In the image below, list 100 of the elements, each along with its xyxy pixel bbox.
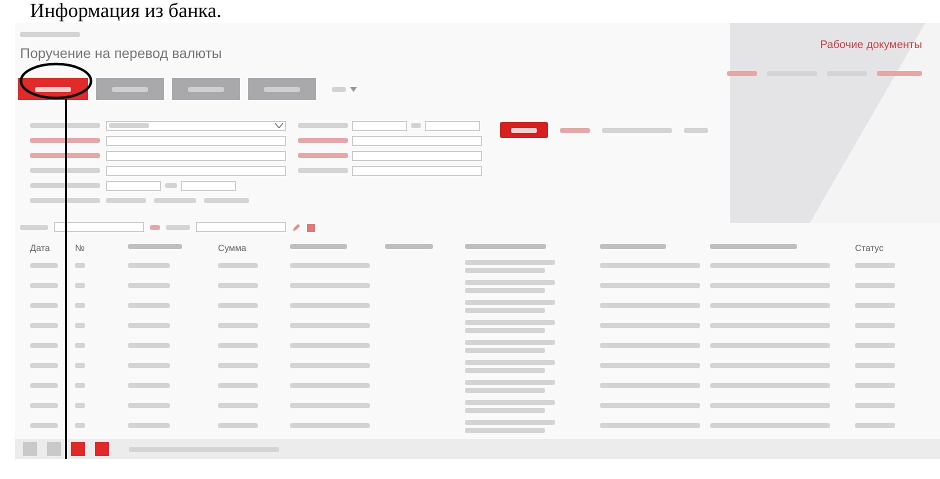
- section-link[interactable]: Рабочие документы: [820, 39, 922, 51]
- blurred-text: [75, 403, 85, 408]
- blurred-label: [298, 153, 348, 158]
- blurred-text: [30, 423, 58, 428]
- blurred-label: [298, 123, 348, 128]
- blurred-text: [20, 32, 80, 37]
- blurred-text: [30, 263, 58, 268]
- blurred-link[interactable]: [602, 128, 672, 132]
- input-field[interactable]: [352, 150, 482, 160]
- blurred-text: [218, 283, 258, 288]
- input-field[interactable]: [425, 120, 480, 130]
- blurred-text: [128, 303, 170, 308]
- blurred-text: [128, 343, 170, 348]
- select-field[interactable]: [196, 222, 286, 232]
- pager-button[interactable]: [23, 442, 37, 456]
- blurred-label: [30, 198, 100, 203]
- blurred-text: [218, 403, 258, 408]
- pencil-icon[interactable]: [292, 222, 301, 232]
- blurred-text: [30, 323, 58, 328]
- blurred-header[interactable]: [385, 244, 433, 250]
- column-header[interactable]: Статус: [855, 243, 884, 253]
- pager-button[interactable]: [47, 442, 61, 456]
- page-title: Поручение на перевод валюты: [20, 45, 222, 61]
- blurred-link[interactable]: [877, 71, 922, 76]
- blurred-text: [855, 323, 895, 328]
- blurred-text: [411, 123, 421, 128]
- blurred-header[interactable]: [710, 244, 797, 250]
- blurred-text: [75, 303, 85, 308]
- blurred-text: [75, 423, 85, 428]
- blurred-link[interactable]: [684, 128, 708, 132]
- blurred-label: [30, 183, 100, 188]
- blurred-label: [298, 138, 348, 143]
- blurred-text: [855, 303, 895, 308]
- blurred-text: [855, 363, 895, 368]
- caret-icon: [350, 86, 356, 92]
- blurred-text: [30, 363, 58, 368]
- input-field[interactable]: [352, 136, 482, 146]
- blurred-option[interactable]: [154, 198, 196, 203]
- blurred-text: [855, 263, 895, 268]
- chevron-icon: [275, 123, 283, 128]
- blurred-option[interactable]: [106, 198, 146, 203]
- blurred-link[interactable]: [166, 224, 190, 230]
- blurred-text: [30, 343, 58, 348]
- input-field[interactable]: [352, 120, 407, 130]
- blurred-header[interactable]: [600, 244, 666, 250]
- select-field[interactable]: [106, 120, 286, 130]
- blurred-text: [128, 363, 170, 368]
- blurred-text: [128, 283, 170, 288]
- blurred-text: [165, 183, 177, 188]
- blurred-header[interactable]: [465, 244, 546, 250]
- input-field[interactable]: [352, 166, 482, 176]
- blurred-text: [75, 343, 85, 348]
- blurred-text: [218, 363, 258, 368]
- blurred-text: [218, 423, 258, 428]
- select-field[interactable]: [54, 222, 144, 232]
- blurred-text: [75, 263, 85, 268]
- blurred-text: [218, 323, 258, 328]
- input-field[interactable]: [106, 166, 286, 176]
- blurred-option[interactable]: [204, 198, 249, 203]
- blurred-text: [30, 403, 58, 408]
- blurred-text: [128, 263, 170, 268]
- blurred-text: [75, 323, 85, 328]
- search-button[interactable]: [500, 122, 548, 138]
- input-field[interactable]: [106, 136, 286, 146]
- blurred-text: [855, 383, 895, 388]
- blurred-header[interactable]: [290, 244, 347, 250]
- input-field[interactable]: [106, 180, 161, 190]
- blurred-text: [855, 283, 895, 288]
- input-field[interactable]: [181, 180, 236, 190]
- blurred-label: [30, 153, 100, 158]
- blurred-text: [75, 363, 85, 368]
- blurred-text: [75, 383, 85, 388]
- column-header[interactable]: Сумма: [218, 243, 246, 253]
- caption-text: Информация из банка.: [30, 0, 222, 23]
- blurred-label: [30, 168, 100, 173]
- blurred-text: [218, 343, 258, 348]
- blurred-text: [855, 423, 895, 428]
- blurred-label: [30, 138, 100, 143]
- blurred-text: [30, 283, 58, 288]
- pager-button[interactable]: [71, 442, 85, 456]
- trash-icon[interactable]: [307, 222, 315, 232]
- blurred-text: [855, 403, 895, 408]
- blurred-text: [218, 263, 258, 268]
- blurred-text: [128, 423, 170, 428]
- input-field[interactable]: [106, 150, 286, 160]
- blurred-header[interactable]: [128, 244, 182, 250]
- pager-button[interactable]: [95, 442, 109, 456]
- blurred-link[interactable]: [560, 128, 590, 132]
- blurred-text: [30, 303, 58, 308]
- blurred-text: [128, 323, 170, 328]
- blurred-label: [298, 168, 348, 173]
- blurred-link[interactable]: [727, 71, 757, 76]
- column-header[interactable]: №: [75, 243, 85, 253]
- blurred-text: [128, 383, 170, 388]
- blurred-text: [218, 303, 258, 308]
- blurred-text: [20, 224, 48, 230]
- blurred-text: [128, 403, 170, 408]
- blurred-text: [218, 383, 258, 388]
- column-header[interactable]: Дата: [30, 243, 50, 253]
- blurred-icon[interactable]: [150, 224, 160, 230]
